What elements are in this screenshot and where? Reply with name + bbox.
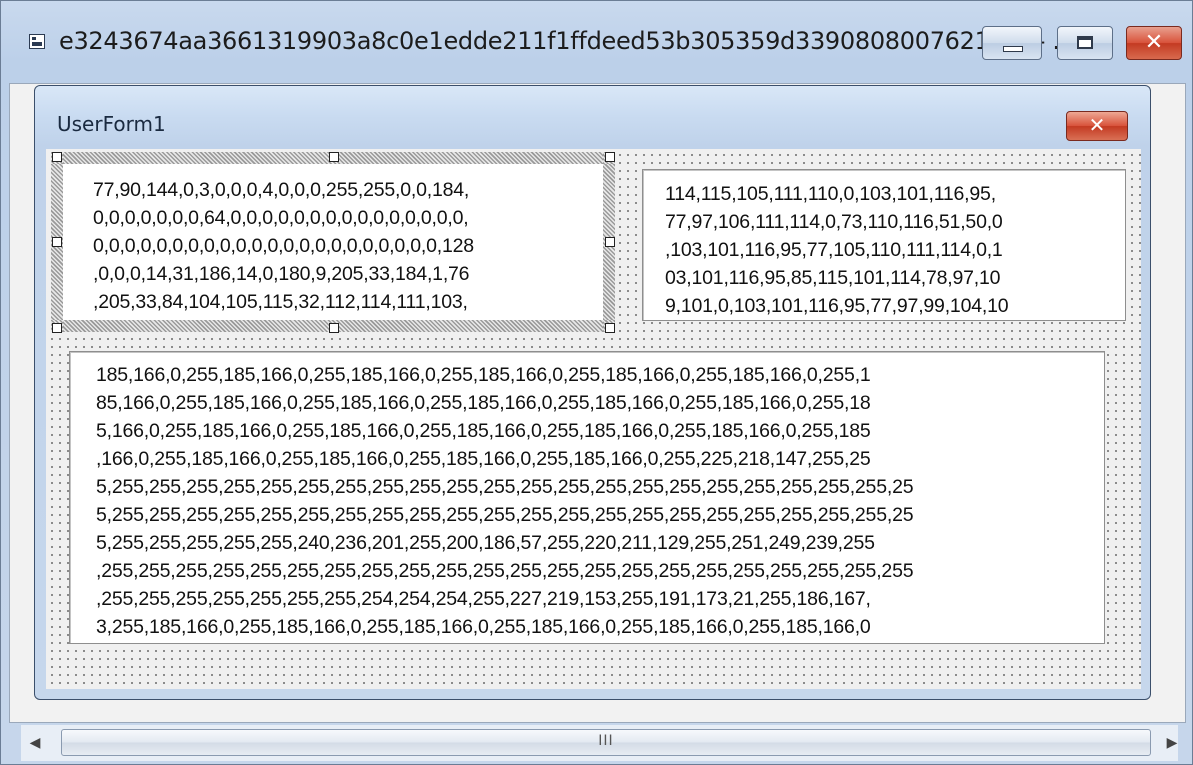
close-icon: ✕ (1088, 113, 1106, 137)
userform-close-button[interactable]: ✕ (1066, 111, 1128, 141)
resize-handle-ne[interactable] (605, 152, 615, 162)
minimize-icon (1003, 46, 1023, 52)
resize-handle-w[interactable] (52, 237, 62, 247)
maximize-icon (1077, 36, 1093, 49)
textbox-1-text: 77,90,144,0,3,0,0,0,4,0,0,0,255,255,0,0,… (93, 179, 474, 313)
scroll-left-icon[interactable]: ◀ (27, 733, 43, 753)
resize-handle-n[interactable] (329, 152, 339, 162)
scroll-thumb[interactable]: III (61, 729, 1151, 756)
textbox-2-text: 114,115,105,111,110,0,103,101,116,95, 77… (665, 183, 1009, 317)
window-close-button[interactable]: ✕ (1126, 26, 1182, 60)
textbox-2[interactable]: 114,115,105,111,110,0,103,101,116,95, 77… (642, 169, 1126, 321)
userform-title: UserForm1 (57, 112, 166, 136)
textbox-1[interactable]: 77,90,144,0,3,0,0,0,4,0,0,0,255,255,0,0,… (63, 164, 603, 320)
close-icon: ✕ (1144, 30, 1164, 55)
horizontal-scrollbar[interactable]: ◀ III ▶ (21, 725, 1178, 761)
textbox-3[interactable]: 185,166,0,255,185,166,0,255,185,166,0,25… (69, 351, 1105, 644)
editor-window: e3243674aa3661319903a8c0e1edde211f1ffdee… (0, 0, 1193, 765)
window-title: e3243674aa3661319903a8c0e1edde211f1ffdee… (59, 27, 1075, 55)
resize-handle-s[interactable] (329, 323, 339, 333)
scroll-grip-icon: III (598, 733, 614, 749)
minimize-button[interactable] (982, 26, 1042, 60)
scroll-right-icon[interactable]: ▶ (1164, 733, 1180, 753)
resize-handle-e[interactable] (605, 237, 615, 247)
excel-icon[interactable] (29, 34, 45, 49)
window-titlebar[interactable]: e3243674aa3661319903a8c0e1edde211f1ffdee… (1, 1, 1193, 83)
resize-handle-se[interactable] (605, 323, 615, 333)
resize-handle-nw[interactable] (52, 152, 62, 162)
textbox-3-text: 185,166,0,255,185,166,0,255,185,166,0,25… (96, 364, 914, 638)
maximize-button[interactable] (1057, 26, 1113, 60)
resize-handle-sw[interactable] (52, 323, 62, 333)
